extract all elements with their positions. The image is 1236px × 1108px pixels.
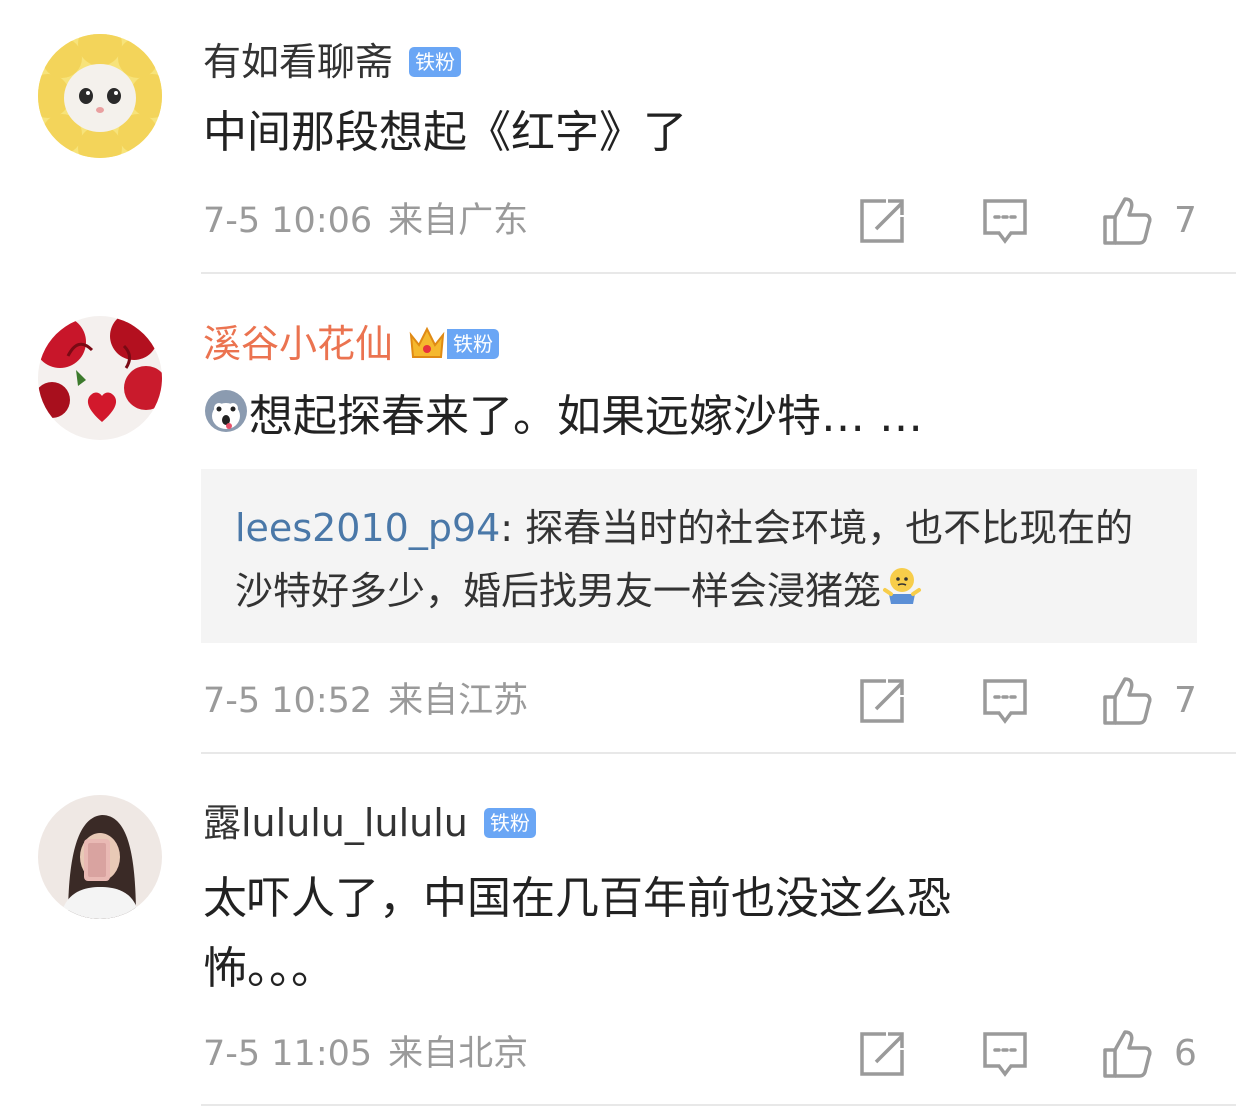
location: 来自广东 <box>388 201 529 241</box>
username-row: 有如看聊斋 铁粉 <box>203 34 462 90</box>
username[interactable]: 有如看聊斋 <box>203 43 393 81</box>
comment-text: 中间那段想起《红字》了 <box>203 107 687 158</box>
timestamp: 7-5 11:05 <box>203 1034 373 1074</box>
forward-icon[interactable] <box>856 1028 908 1080</box>
thumbs-up-icon[interactable] <box>1101 1028 1153 1080</box>
fan-badge: 铁粉 <box>483 808 536 838</box>
husky-emoji-icon <box>203 388 249 451</box>
fan-badge: 铁粉 <box>409 47 462 77</box>
divider <box>201 272 1236 274</box>
avatar[interactable] <box>38 316 162 440</box>
username[interactable]: 溪谷小花仙 <box>203 325 393 363</box>
divider <box>201 1104 1236 1106</box>
crown-icon <box>409 326 445 358</box>
comment-text: 想起探春来了。如果远嫁沙特… … <box>203 386 1083 451</box>
comment-meta: 7-5 10:06 来自广东 <box>203 196 528 246</box>
comment-meta: 7-5 11:05 来自北京 <box>203 1029 528 1079</box>
forward-icon[interactable] <box>856 675 908 727</box>
thumbs-up-icon[interactable] <box>1101 195 1153 247</box>
timestamp: 7-5 10:06 <box>203 201 373 241</box>
divider <box>201 752 1236 754</box>
comment-icon[interactable] <box>979 1028 1031 1080</box>
avatar[interactable] <box>38 795 162 919</box>
comment-meta: 7-5 10:52 来自江苏 <box>203 676 528 726</box>
like-count: 7 <box>1174 200 1197 241</box>
reply-quote: lees2010_p94: 探春当时的社会环境，也不比现在的沙特好多少，婚后找男… <box>201 469 1197 643</box>
comment-text-line: 怖。。。 <box>203 943 335 994</box>
comment-text-content: 想起探春来了。如果远嫁沙特… … <box>249 391 923 442</box>
like-count: 7 <box>1174 680 1197 721</box>
comment-text: 太吓人了，中国在几百年前也没这么恐 怖。。。 <box>203 864 1083 1004</box>
vip-crown-badge: 铁粉 <box>407 325 500 363</box>
reply-username[interactable]: lees2010_p94 <box>235 506 500 550</box>
comment-icon[interactable] <box>979 675 1031 727</box>
comment-item: 有如看聊斋 铁粉 中间那段想起《红字》了 7-5 10:06 来自广东 7 <box>0 0 1236 275</box>
location: 来自北京 <box>388 1034 529 1074</box>
fan-badge: 铁粉 <box>447 329 500 359</box>
username-row: 露lululu_lululu 铁粉 <box>203 795 536 851</box>
shrug-emoji-icon <box>881 562 923 625</box>
comment-icon[interactable] <box>979 195 1031 247</box>
location: 来自江苏 <box>388 681 529 721</box>
thumbs-up-icon[interactable] <box>1101 675 1153 727</box>
forward-icon[interactable] <box>856 195 908 247</box>
comment-text-line: 太吓人了，中国在几百年前也没这么恐 <box>203 873 951 924</box>
timestamp: 7-5 10:52 <box>203 681 373 721</box>
avatar[interactable] <box>38 34 162 158</box>
username[interactable]: 露lululu_lululu <box>203 804 468 842</box>
username-row: 溪谷小花仙 铁粉 <box>203 316 500 372</box>
like-count: 6 <box>1174 1033 1197 1074</box>
